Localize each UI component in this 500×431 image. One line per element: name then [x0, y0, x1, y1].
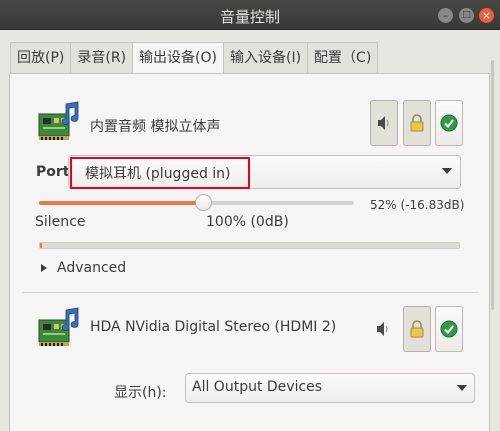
set-default-button[interactable]	[435, 100, 463, 146]
tab-playback[interactable]: 回放(P)	[10, 42, 71, 74]
tab-output-devices[interactable]: 输出设备(O)	[132, 42, 223, 75]
scrollbar[interactable]	[491, 60, 494, 310]
volume-slider-fill	[39, 201, 203, 205]
chevron-down-icon	[442, 168, 452, 174]
window-title: 音量控制	[219, 8, 280, 26]
device-name: 内置音频 模拟立体声	[90, 119, 221, 135]
show-devices-select[interactable]: All Output Devices	[185, 373, 475, 403]
lock-channels-button[interactable]	[403, 306, 431, 352]
tab-recording[interactable]: 录音(R)	[70, 42, 133, 74]
device-name: HDA NVidia Digital Stereo (HDMI 2)	[90, 319, 337, 335]
set-default-button[interactable]	[435, 306, 463, 352]
volume-slider-handle[interactable]	[195, 194, 212, 211]
highlight-box	[70, 157, 250, 189]
show-label: 显示(h):	[114, 385, 167, 401]
speaker-icon	[378, 116, 389, 130]
title-bar: 音量控制 – □ ×	[0, 0, 500, 30]
advanced-expander[interactable]: Advanced	[41, 260, 126, 276]
check-circle-icon	[440, 320, 458, 338]
tab-configuration[interactable]: 配置（C)	[307, 42, 379, 74]
speaker-icon[interactable]	[376, 319, 392, 339]
minimize-button[interactable]: –	[438, 8, 453, 23]
expander-arrow-icon	[41, 264, 47, 272]
chevron-down-icon	[457, 385, 467, 391]
port-label: Port	[36, 164, 70, 180]
peak-meter	[39, 242, 460, 249]
output-devices-panel: 内置音频 模拟立体声 Port 模拟耳机 (plugged in) 52% (-…	[9, 73, 490, 431]
sound-card-icon	[38, 307, 79, 346]
main-window: 回放(P) 录音(R) 输出设备(O) 输入设备(I) 配置（C) 内置音频 模…	[0, 30, 500, 431]
lock-icon	[410, 114, 424, 132]
mute-toggle-button[interactable]	[370, 100, 398, 146]
show-devices-value: All Output Devices	[192, 379, 323, 395]
volume-readout: 52% (-16.83dB)	[370, 198, 465, 212]
maximize-button[interactable]: □	[459, 8, 474, 23]
tab-input-devices[interactable]: 输入设备(I)	[222, 42, 308, 74]
slider-mark-100: 100% (0dB)	[206, 214, 289, 230]
volume-slider[interactable]	[39, 194, 354, 211]
slider-mark-silence: Silence	[35, 214, 86, 230]
tab-bar: 回放(P) 录音(R) 输出设备(O) 输入设备(I) 配置（C)	[10, 42, 379, 75]
close-button[interactable]: ×	[479, 8, 494, 23]
check-circle-icon	[440, 114, 458, 132]
device-separator	[22, 292, 479, 293]
lock-channels-button[interactable]	[403, 100, 431, 146]
sound-card-icon	[38, 101, 79, 140]
peak-meter-level	[40, 243, 42, 248]
lock-icon	[410, 320, 424, 338]
advanced-label: Advanced	[57, 260, 127, 276]
